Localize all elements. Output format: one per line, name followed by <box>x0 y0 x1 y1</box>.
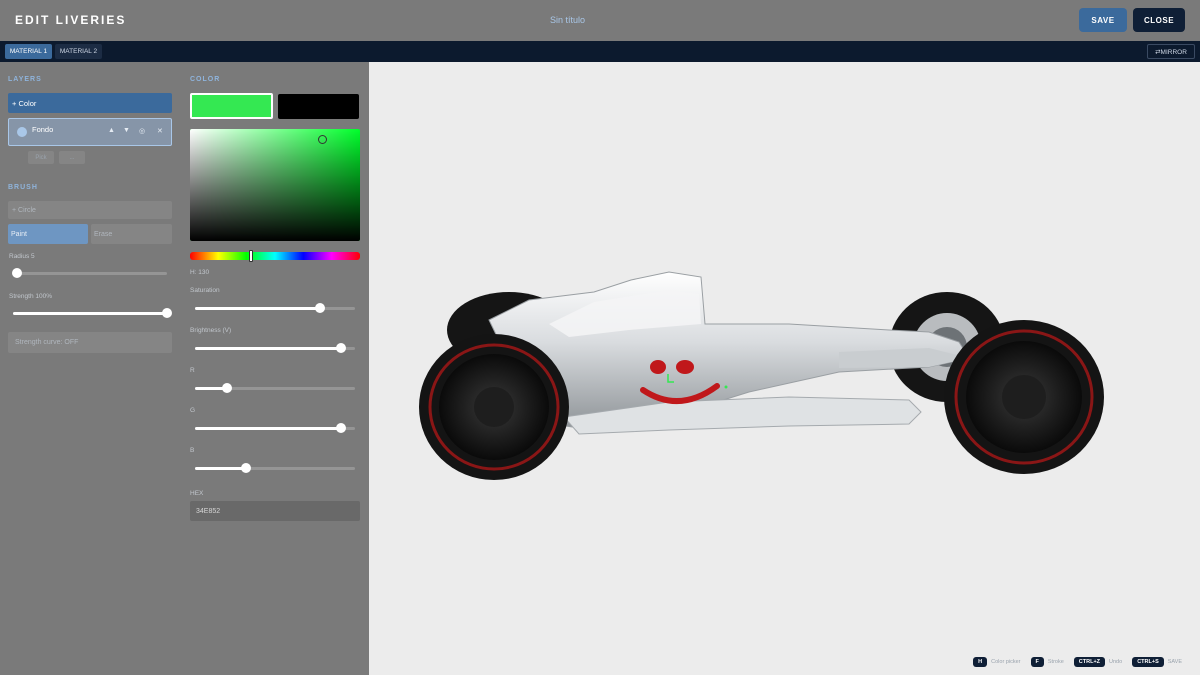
primary-color-swatch[interactable] <box>190 93 273 119</box>
shortcut-label-color-picker: Color picker <box>991 659 1021 665</box>
saturation-value-picker[interactable] <box>190 129 360 241</box>
saturation-label: Saturation <box>190 287 220 294</box>
blue-channel-slider[interactable] <box>195 463 355 473</box>
hex-input[interactable]: 34E852 <box>190 501 360 521</box>
shortcut-key-save: CTRL+S <box>1132 657 1164 667</box>
strength-curve-toggle[interactable]: Strength curve: OFF <box>8 332 172 353</box>
close-button[interactable]: CLOSE <box>1133 8 1185 32</box>
brush-shape-select[interactable]: + Circle <box>8 201 172 219</box>
layer-item[interactable]: Fondo ▲ ▼ ◎ ✕ <box>8 118 172 146</box>
tab-material-1[interactable]: MATERIAL 1 <box>5 44 52 59</box>
strength-slider-thumb[interactable] <box>162 308 172 318</box>
blue-channel-slider-thumb[interactable] <box>241 463 252 473</box>
shortcut-label-undo: Undo <box>1109 659 1123 665</box>
brightness-label: Brightness (V) <box>190 327 232 334</box>
hue-slider[interactable] <box>190 250 360 262</box>
radius-slider[interactable] <box>12 268 167 278</box>
car-model[interactable] <box>369 62 1200 675</box>
hue-slider-thumb[interactable] <box>249 250 254 262</box>
add-color-layer-button[interactable]: + Color <box>8 93 172 113</box>
front-right-wheel <box>944 320 1104 474</box>
hue-label: H: 130 <box>190 269 210 276</box>
layers-section-label: LAYERS <box>8 76 42 83</box>
color-panel: COLOR H: 130 Saturation Brightness (V) R… <box>180 62 369 675</box>
document-title[interactable]: Sin título <box>0 15 1135 25</box>
shortcut-label-stroke: Stroke <box>1047 659 1064 665</box>
sv-cursor[interactable] <box>318 134 328 144</box>
strength-slider[interactable] <box>13 308 172 318</box>
green-channel-slider[interactable] <box>195 423 355 433</box>
keyboard-shortcuts-bar: H Color picker F Stroke CTRL+Z Undo CTRL… <box>973 657 1188 667</box>
pick-button[interactable]: Pick <box>28 151 54 164</box>
paint-mode-button[interactable]: Paint <box>8 224 88 244</box>
shortcut-label-save: SAVE <box>1167 659 1182 665</box>
strength-label: Strength 100% <box>9 293 53 300</box>
green-channel-slider-fill <box>195 427 341 430</box>
layer-name: Fondo <box>32 125 54 134</box>
red-channel-slider-thumb[interactable] <box>222 383 232 393</box>
save-button[interactable]: SAVE <box>1079 8 1127 32</box>
red-channel-label: R <box>190 367 195 374</box>
radius-label: Radius 5 <box>9 253 35 260</box>
saturation-slider-fill <box>195 307 320 310</box>
top-bar: EDIT LIVERIES Sin título SAVE CLOSE <box>0 0 1200 41</box>
secondary-color-swatch[interactable] <box>278 94 359 119</box>
move-up-icon[interactable]: ▲ <box>108 127 115 134</box>
layers-brush-panel: LAYERS + Color Fondo ▲ ▼ ◎ ✕ Pick ... BR… <box>0 62 180 675</box>
green-channel-label: G <box>190 407 196 414</box>
brightness-slider-fill <box>195 347 341 350</box>
saturation-slider-thumb[interactable] <box>314 303 325 313</box>
mirror-button[interactable]: ⇄MIRROR <box>1147 44 1195 59</box>
3d-viewport[interactable]: H Color picker F Stroke CTRL+Z Undo CTRL… <box>369 62 1200 675</box>
layer-color-dot <box>17 127 27 137</box>
shortcut-key-h: H <box>973 657 988 667</box>
material-tab-bar: MATERIAL 1 MATERIAL 2 ⇄MIRROR <box>0 41 1200 62</box>
color-section-label: COLOR <box>190 76 221 83</box>
red-channel-slider[interactable] <box>195 383 355 393</box>
layer-extra-button[interactable]: ... <box>59 151 85 164</box>
brightness-slider-thumb[interactable] <box>335 343 346 353</box>
erase-mode-button[interactable]: Erase <box>91 224 172 244</box>
sv-black-gradient <box>190 129 360 241</box>
move-down-icon[interactable]: ▼ <box>123 127 130 134</box>
blue-channel-slider-fill <box>195 467 247 470</box>
tab-material-2[interactable]: MATERIAL 2 <box>55 44 102 59</box>
blue-channel-label: B <box>190 447 195 454</box>
brush-section-label: BRUSH <box>8 184 38 191</box>
radius-slider-thumb[interactable] <box>12 268 22 278</box>
delete-layer-icon[interactable]: ✕ <box>157 127 163 135</box>
shortcut-key-undo: CTRL+Z <box>1073 657 1106 667</box>
shortcut-key-f: F <box>1030 657 1044 667</box>
strength-slider-fill <box>13 312 167 315</box>
visibility-icon[interactable]: ◎ <box>139 127 145 135</box>
saturation-slider[interactable] <box>195 303 355 313</box>
hex-label: HEX <box>190 490 204 497</box>
front-left-wheel <box>419 334 569 480</box>
brightness-slider[interactable] <box>195 343 355 353</box>
green-channel-slider-thumb[interactable] <box>335 423 346 433</box>
